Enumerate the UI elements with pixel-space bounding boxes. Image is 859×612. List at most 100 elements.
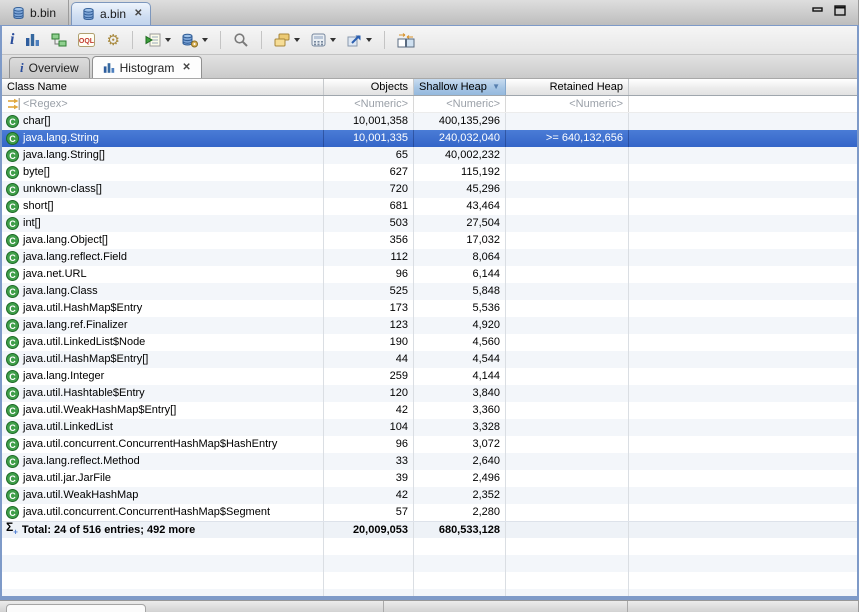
table-row[interactable]: Cjava.net.URL 96 6,144	[2, 266, 857, 283]
retained-heap-cell	[506, 300, 629, 317]
table-row[interactable]: Cjava.util.jar.JarFile 39 2,496	[2, 470, 857, 487]
filter-icon	[8, 98, 20, 110]
class-icon: C	[6, 200, 19, 213]
page-tab-label: Overview	[28, 61, 79, 75]
search-icon[interactable]	[231, 29, 251, 51]
class-icon: C	[6, 115, 19, 128]
table-row[interactable]: Cshort[] 681 43,464	[2, 198, 857, 215]
objects-cell: 10,001,335	[324, 130, 414, 147]
calculator-icon[interactable]	[309, 29, 338, 51]
table-row[interactable]: Cjava.util.concurrent.ConcurrentHashMap$…	[2, 504, 857, 521]
column-header-class-name[interactable]: Class Name	[2, 79, 324, 95]
editor-tab-b-bin[interactable]: b.bin	[0, 0, 70, 25]
column-header-retained-heap[interactable]: Retained Heap	[506, 79, 629, 95]
table-row[interactable]: Cjava.util.LinkedList 104 3,328	[2, 419, 857, 436]
editor-tab-a-bin[interactable]: a.bin ✕	[71, 2, 152, 25]
editor-tabbar: b.bin a.bin ✕	[0, 0, 858, 25]
dropdown-arrow-icon[interactable]	[329, 38, 336, 42]
regex-filter-input[interactable]: <Regex>	[2, 96, 324, 112]
table-row[interactable]: Cjava.util.WeakHashMap$Entry[] 42 3,360	[2, 402, 857, 419]
class-icon: C	[6, 166, 19, 179]
retained-heap-cell	[506, 385, 629, 402]
histogram-icon[interactable]	[23, 29, 42, 51]
dropdown-arrow-icon[interactable]	[201, 38, 208, 42]
compare-icon[interactable]	[395, 29, 417, 51]
table-header: Class Name Objects Shallow Heap ▼ Retain…	[2, 79, 857, 96]
shallow-heap-cell: 5,536	[414, 300, 506, 317]
objects-filter-input[interactable]: <Numeric>	[324, 96, 414, 112]
status-message-field	[6, 604, 146, 612]
table-row[interactable]: Cjava.lang.ref.Finalizer 123 4,920	[2, 317, 857, 334]
minimize-icon[interactable]	[812, 6, 824, 16]
class-icon: C	[6, 217, 19, 230]
oql-icon[interactable]: OQL	[76, 29, 97, 51]
dominator-tree-icon[interactable]	[49, 29, 69, 51]
group-by-icon[interactable]	[272, 29, 302, 51]
class-icon: C	[6, 472, 19, 485]
table-row[interactable]: Cunknown-class[] 720 45,296	[2, 181, 857, 198]
heap-dump-icon[interactable]	[180, 29, 210, 51]
class-icon: C	[6, 268, 19, 281]
expert-system-icon[interactable]: ⚙	[104, 29, 121, 51]
dropdown-arrow-icon[interactable]	[164, 38, 171, 42]
class-name-cell: Cjava.util.Hashtable$Entry	[2, 385, 324, 402]
sum-icon: Σ+	[6, 522, 18, 537]
table-row[interactable]: Cjava.util.HashMap$Entry[] 44 4,544	[2, 351, 857, 368]
table-row[interactable]: Cjava.lang.String[] 65 40,002,232	[2, 147, 857, 164]
shallow-heap-cell: 2,280	[414, 504, 506, 521]
dropdown-arrow-icon[interactable]	[293, 38, 300, 42]
table-row[interactable]: Cjava.lang.Object[] 356 17,032	[2, 232, 857, 249]
shallow-heap-filter-input[interactable]: <Numeric>	[414, 96, 506, 112]
maximize-icon[interactable]	[834, 5, 846, 16]
retained-heap-cell	[506, 198, 629, 215]
shallow-heap-cell: 3,072	[414, 436, 506, 453]
shallow-heap-cell: 2,640	[414, 453, 506, 470]
table-row[interactable]: Cjava.lang.Class 525 5,848	[2, 283, 857, 300]
histogram-icon	[103, 62, 114, 73]
table-row[interactable]: Cjava.util.concurrent.ConcurrentHashMap$…	[2, 436, 857, 453]
tab-histogram[interactable]: Histogram ✕	[91, 56, 202, 78]
objects-cell: 123	[324, 317, 414, 334]
table-row[interactable]: Cchar[] 10,001,358 400,135,296	[2, 113, 857, 130]
close-icon[interactable]: ✕	[134, 9, 142, 19]
shallow-heap-cell: 2,352	[414, 487, 506, 504]
shallow-heap-cell: 40,002,232	[414, 147, 506, 164]
objects-cell: 42	[324, 487, 414, 504]
table-row[interactable]: Cjava.lang.Integer 259 4,144	[2, 368, 857, 385]
retained-heap-cell	[506, 113, 629, 130]
objects-cell: 96	[324, 436, 414, 453]
tab-overview[interactable]: i Overview	[9, 57, 90, 78]
shallow-heap-cell: 17,032	[414, 232, 506, 249]
table-row[interactable]: Cjava.lang.reflect.Field 112 8,064	[2, 249, 857, 266]
table-row[interactable]: Cbyte[] 627 115,192	[2, 164, 857, 181]
total-row[interactable]: Σ+ Total: 24 of 516 entries; 492 more 20…	[2, 521, 857, 538]
table-row[interactable]: Cjava.util.Hashtable$Entry 120 3,840	[2, 385, 857, 402]
shallow-heap-cell: 4,144	[414, 368, 506, 385]
run-report-icon[interactable]	[143, 29, 173, 51]
table-row[interactable]: Cjava.lang.String 10,001,335 240,032,040 >=…	[2, 130, 857, 147]
export-icon[interactable]	[345, 29, 374, 51]
class-name-cell: Cjava.util.concurrent.ConcurrentHashMap$…	[2, 504, 324, 521]
retained-heap-cell	[506, 232, 629, 249]
class-name-cell: Cjava.util.HashMap$Entry[]	[2, 351, 324, 368]
table-row[interactable]: Cjava.lang.reflect.Method 33 2,640	[2, 453, 857, 470]
table-row[interactable]: Cjava.util.LinkedList$Node 190 4,560	[2, 334, 857, 351]
close-icon[interactable]: ✕	[182, 62, 190, 73]
table-row[interactable]: Cint[] 503 27,504	[2, 215, 857, 232]
table-row[interactable]: Cjava.util.HashMap$Entry 173 5,536	[2, 300, 857, 317]
info-icon[interactable]: i	[8, 29, 16, 51]
class-name-cell: Cjava.util.WeakHashMap	[2, 487, 324, 504]
retained-heap-cell	[506, 181, 629, 198]
class-name-cell: Cjava.lang.String[]	[2, 147, 324, 164]
retained-heap-filter-input[interactable]: <Numeric>	[506, 96, 629, 112]
empty-row	[2, 538, 857, 555]
objects-cell: 503	[324, 215, 414, 232]
column-header-objects[interactable]: Objects	[324, 79, 414, 95]
filter-row: <Regex> <Numeric> <Numeric> <Numeric>	[2, 96, 857, 113]
heap-database-icon	[13, 6, 24, 19]
column-header-shallow-heap[interactable]: Shallow Heap ▼	[414, 79, 506, 95]
retained-heap-cell: >= 640,132,656	[506, 130, 629, 147]
dropdown-arrow-icon[interactable]	[365, 38, 372, 42]
retained-heap-cell	[506, 436, 629, 453]
table-row[interactable]: Cjava.util.WeakHashMap 42 2,352	[2, 487, 857, 504]
